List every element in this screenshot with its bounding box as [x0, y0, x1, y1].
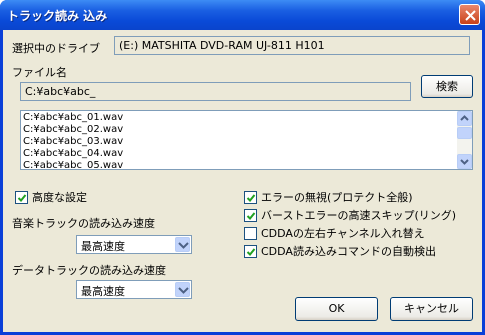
file-list-scrollbar[interactable] [457, 111, 472, 169]
drive-value: (E:) MATSHITA DVD-RAM UJ-811 H101 [114, 36, 470, 55]
scroll-thumb[interactable] [457, 127, 472, 139]
dialog-body: 選択中のドライブ (E:) MATSHITA DVD-RAM UJ-811 H1… [3, 30, 482, 332]
ok-button[interactable]: OK [295, 297, 378, 321]
cancel-button[interactable]: キャンセル [390, 297, 473, 321]
ignore-errors-checkbox[interactable]: エラーの無視(プロテクト全般) [244, 189, 413, 205]
ignore-errors-label: エラーの無視(プロテクト全般) [261, 191, 413, 204]
list-item[interactable]: C:¥abc¥abc_01.wav [21, 112, 472, 124]
auto-detect-command-label: CDDA読み込みコマンドの自動検出 [261, 245, 436, 258]
filename-label: ファイル名 [12, 66, 67, 79]
chevron-down-icon [178, 242, 189, 249]
filename-value: C:¥abc¥abc_ [25, 85, 96, 98]
list-item[interactable]: C:¥abc¥abc_05.wav [21, 160, 472, 169]
close-button[interactable] [459, 4, 480, 25]
data-speed-value: 最高速度 [81, 285, 125, 298]
file-list-items: C:¥abc¥abc_01.wav C:¥abc¥abc_02.wav C:¥a… [21, 111, 472, 169]
music-speed-value: 最高速度 [81, 240, 125, 253]
music-speed-select[interactable]: 最高速度 [76, 235, 192, 254]
window-title: トラック読み 込み [7, 9, 108, 23]
scroll-down-button[interactable] [457, 154, 472, 169]
arrow-down-icon [460, 159, 469, 165]
advanced-settings-checkbox[interactable]: 高度な設定 [15, 189, 87, 205]
list-item[interactable]: C:¥abc¥abc_03.wav [21, 136, 472, 148]
burst-error-skip-label: バーストエラーの高速スキップ(リング) [261, 209, 457, 222]
list-item[interactable]: C:¥abc¥abc_02.wav [21, 124, 472, 136]
check-icon [246, 211, 256, 220]
arrow-up-icon [460, 115, 469, 121]
auto-detect-command-checkbox[interactable]: CDDA読み込みコマンドの自動検出 [244, 243, 436, 259]
check-icon [246, 193, 256, 202]
music-speed-dropdown-button[interactable] [175, 237, 190, 252]
cancel-button-label: キャンセル [404, 302, 459, 315]
swap-channels-checkbox[interactable]: CDDAの左右チャンネル入れ替え [244, 225, 425, 241]
checkbox-box [244, 244, 257, 258]
title-bar[interactable]: トラック読み 込み [0, 0, 485, 30]
checkbox-box [244, 208, 257, 222]
scroll-up-button[interactable] [457, 111, 472, 126]
close-icon [465, 10, 476, 21]
search-button-label: 検索 [436, 80, 458, 93]
drive-value-text: (E:) MATSHITA DVD-RAM UJ-811 H101 [119, 39, 325, 52]
checkbox-box [244, 226, 257, 240]
search-button[interactable]: 検索 [421, 75, 473, 98]
ok-button-label: OK [328, 302, 345, 315]
drive-label: 選択中のドライブ [12, 42, 100, 55]
check-icon [17, 193, 27, 202]
dialog-window: トラック読み 込み 選択中のドライブ (E:) MATSHITA DVD-RAM… [0, 0, 485, 335]
checkbox-box [15, 190, 28, 204]
burst-error-skip-checkbox[interactable]: バーストエラーの高速スキップ(リング) [244, 207, 456, 223]
music-speed-label: 音楽トラックの読み込み速度 [12, 217, 155, 230]
data-speed-label: データトラックの読み込み速度 [12, 264, 166, 277]
checkbox-box [244, 190, 257, 204]
check-icon [246, 247, 256, 256]
data-speed-dropdown-button[interactable] [175, 282, 190, 297]
list-item[interactable]: C:¥abc¥abc_04.wav [21, 148, 472, 160]
filename-field[interactable]: C:¥abc¥abc_ [20, 82, 411, 101]
data-speed-select[interactable]: 最高速度 [76, 280, 192, 299]
chevron-down-icon [178, 287, 189, 294]
file-list[interactable]: C:¥abc¥abc_01.wav C:¥abc¥abc_02.wav C:¥a… [20, 110, 473, 170]
swap-channels-label: CDDAの左右チャンネル入れ替え [261, 227, 425, 240]
advanced-settings-label: 高度な設定 [32, 191, 87, 204]
